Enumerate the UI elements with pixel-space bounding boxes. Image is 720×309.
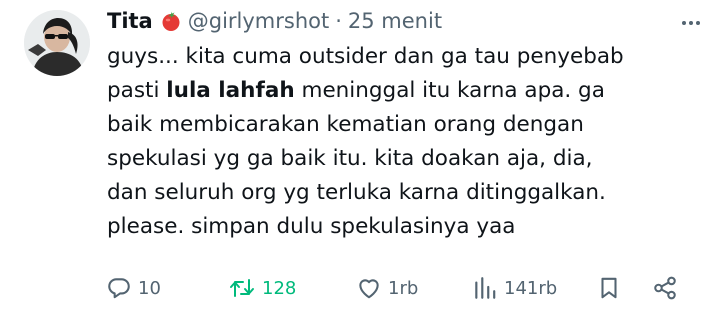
bookmark-button[interactable] bbox=[596, 270, 622, 306]
reply-button[interactable]: 10 bbox=[106, 270, 161, 306]
tweet-line: baik membicarakan kematian orang dengan bbox=[107, 112, 584, 137]
reply-count: 10 bbox=[138, 277, 161, 299]
tweet-line: spekulasi yg ga baik itu. kita doakan aj… bbox=[107, 146, 593, 171]
author-name[interactable]: Tita bbox=[107, 9, 153, 33]
bookmark-icon bbox=[601, 277, 617, 299]
tweet-text: guys... kita cuma outsider dan ga tau pe… bbox=[107, 40, 707, 244]
timestamp[interactable]: 25 menit bbox=[348, 9, 442, 33]
more-options-button[interactable] bbox=[674, 8, 708, 38]
highlighted-name: lula lahfah bbox=[166, 78, 295, 103]
tweet-line: pasti lula lahfah meninggal itu karna ap… bbox=[107, 78, 605, 103]
like-count: 1rb bbox=[388, 277, 419, 299]
tweet-header: Tita @girlymrshot · 25 menit bbox=[107, 4, 442, 38]
tweet-line: please. simpan dulu spekulasinya yaa bbox=[107, 214, 516, 239]
heart-icon bbox=[359, 279, 379, 299]
tweet-line: dan seluruh org yg terluka karna ditingg… bbox=[107, 180, 606, 205]
tomato-icon bbox=[160, 10, 182, 32]
reply-icon bbox=[108, 278, 130, 299]
like-button[interactable]: 1rb bbox=[356, 270, 418, 306]
separator-dot: · bbox=[335, 9, 342, 33]
share-button[interactable] bbox=[652, 270, 678, 306]
views-count: 141rb bbox=[504, 277, 558, 299]
share-icon bbox=[654, 276, 676, 300]
more-dots-icon bbox=[682, 21, 700, 25]
retweet-count: 128 bbox=[262, 277, 297, 299]
views-button[interactable]: 141rb bbox=[472, 270, 557, 306]
avatar[interactable] bbox=[24, 10, 90, 76]
views-chart-icon bbox=[475, 277, 496, 299]
retweet-icon bbox=[230, 279, 254, 297]
tweet-line: guys... kita cuma outsider dan ga tau pe… bbox=[107, 44, 624, 69]
action-bar: 10 128 1rb 141rb bbox=[104, 270, 704, 306]
avatar-image bbox=[24, 10, 90, 76]
author-handle[interactable]: @girlymrshot bbox=[188, 9, 329, 33]
retweet-button[interactable]: 128 bbox=[228, 270, 296, 306]
